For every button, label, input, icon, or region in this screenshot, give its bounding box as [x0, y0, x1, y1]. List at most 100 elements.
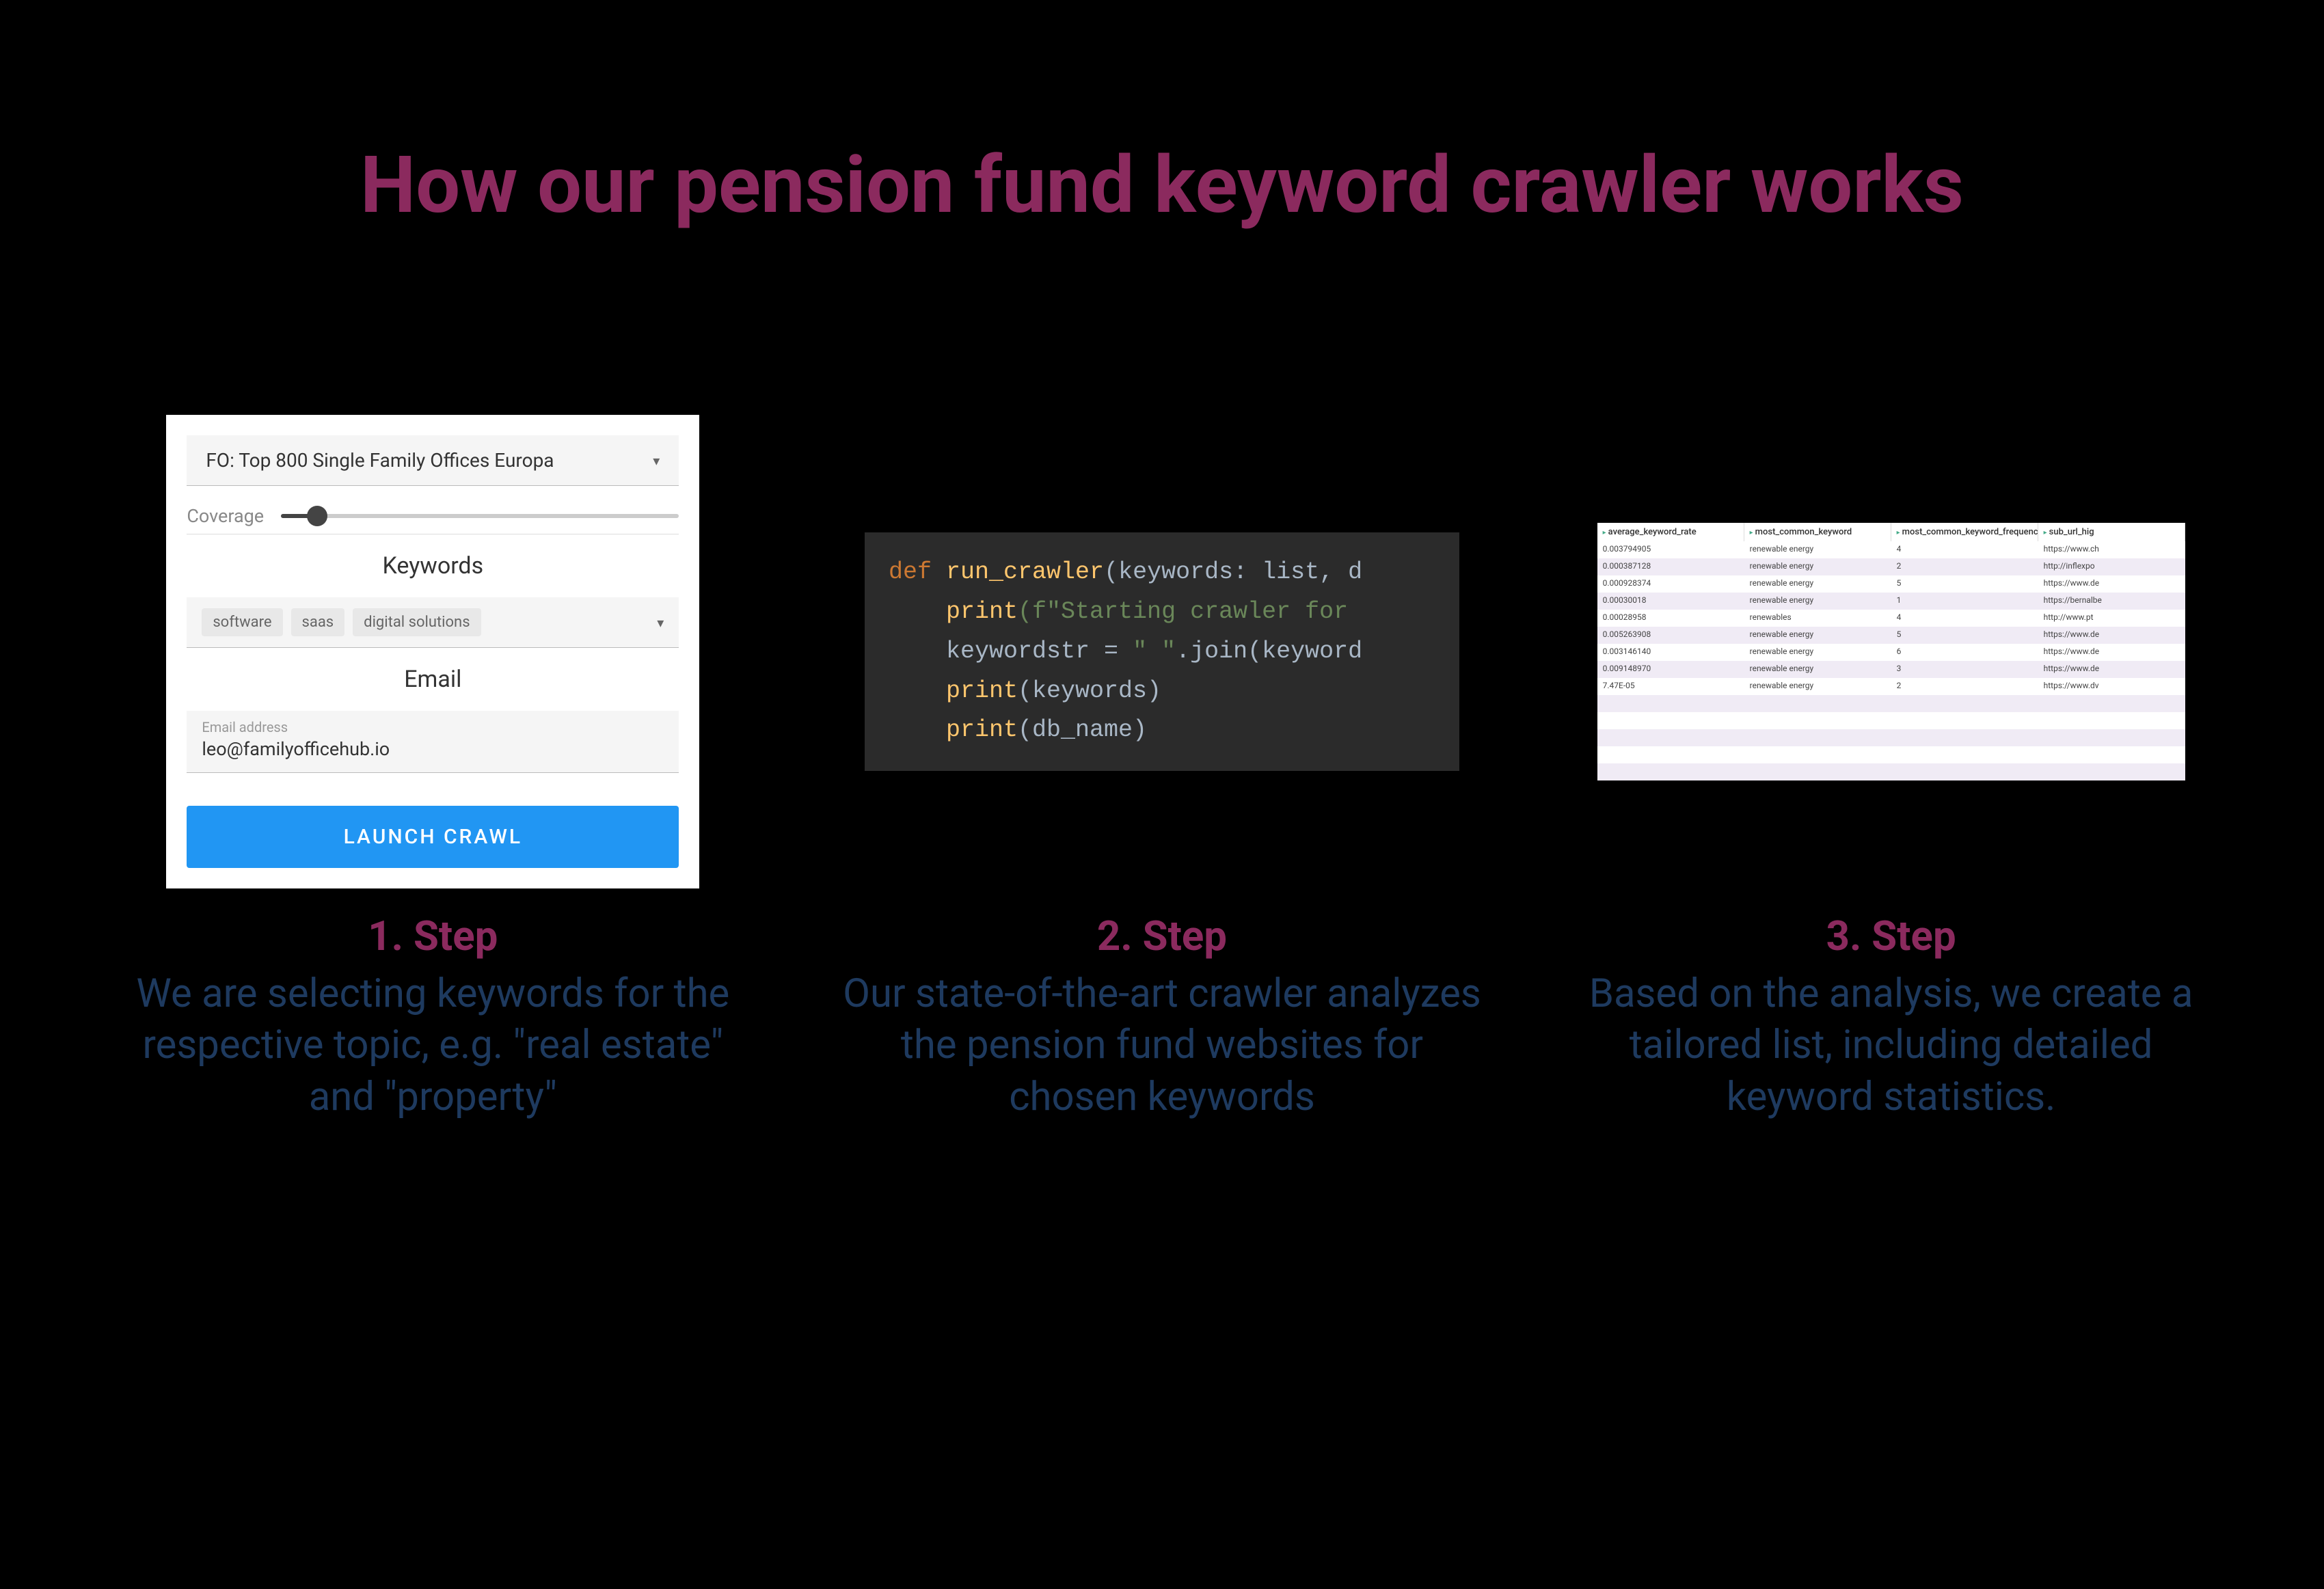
steps-container: FO: Top 800 Single Family Offices Europa…: [0, 392, 2324, 1123]
table-row: [1597, 729, 2185, 746]
code-text: (keywords: list, d: [1104, 558, 1362, 586]
table-cell: 5: [1891, 575, 2038, 593]
table-cell: [1597, 746, 1744, 763]
tag-saas[interactable]: saas: [291, 608, 345, 636]
step-1-image: FO: Top 800 Single Family Offices Europa…: [91, 392, 774, 912]
code-string: " ": [1133, 638, 1176, 665]
table-cell: [2038, 729, 2185, 746]
table-cell: 0.00028958: [1597, 610, 1744, 627]
step-1: FO: Top 800 Single Family Offices Europa…: [91, 392, 774, 1123]
table-row: 0.003146140renewable energy6https://www.…: [1597, 644, 2185, 661]
code-function: print: [946, 677, 1018, 705]
form-mockup: FO: Top 800 Single Family Offices Europa…: [166, 415, 699, 888]
table-cell: 0.00030018: [1597, 593, 1744, 610]
email-input[interactable]: Email address leo@familyofficehub.io: [187, 711, 679, 773]
table-cell: 5: [1891, 627, 2038, 644]
step-2-description: Our state-of-the-art crawler analyzes th…: [820, 968, 1504, 1123]
col-header: most_common_keyword: [1744, 523, 1891, 541]
table-cell: https://www.de: [2038, 627, 2185, 644]
table-row: 0.009148970renewable energy3https://www.…: [1597, 661, 2185, 678]
table-cell: [1891, 763, 2038, 780]
table-cell: renewable energy: [1744, 661, 1891, 678]
table-cell: 2: [1891, 678, 2038, 695]
table-cell: 0.000387128: [1597, 558, 1744, 575]
coverage-slider-row: Coverage: [187, 498, 679, 534]
table-cell: http://inflexpo: [2038, 558, 2185, 575]
step-1-title: 1. Step: [368, 912, 498, 960]
table-cell: 3: [1891, 661, 2038, 678]
chevron-down-icon: ▾: [653, 452, 660, 469]
table-cell: [1744, 729, 1891, 746]
table-cell: 0.009148970: [1597, 661, 1744, 678]
col-header: most_common_keyword_frequency: [1891, 523, 2038, 541]
table-cell: 1: [1891, 593, 2038, 610]
table-cell: [1891, 746, 2038, 763]
table-cell: 0.003794905: [1597, 541, 1744, 558]
table-cell: [1891, 729, 2038, 746]
table-cell: [1891, 695, 2038, 712]
table-cell: https://www.ch: [2038, 541, 2185, 558]
table-row: 7.47E-05renewable energy2https://www.dv: [1597, 678, 2185, 695]
page-title: How our pension fund keyword crawler wor…: [0, 137, 2324, 235]
table-cell: renewable energy: [1744, 644, 1891, 661]
step-3-image: average_keyword_rate most_common_keyword…: [1550, 392, 2233, 912]
chevron-down-icon: ▾: [657, 614, 664, 631]
table-cell: [1597, 729, 1744, 746]
table-cell: [1891, 712, 2038, 729]
sheet-body: 0.003794905renewable energy4https://www.…: [1597, 541, 2185, 780]
table-row: 0.00030018renewable energy1https://berna…: [1597, 593, 2185, 610]
table-row: 0.000928374renewable energy5https://www.…: [1597, 575, 2185, 593]
code-function: print: [946, 598, 1018, 625]
code-text: (keywords): [1018, 677, 1161, 705]
table-cell: renewable energy: [1744, 593, 1891, 610]
coverage-label: Coverage: [187, 505, 264, 527]
code-function: print: [946, 716, 1018, 744]
table-cell: [1744, 763, 1891, 780]
slider-thumb[interactable]: [307, 506, 327, 526]
step-3-title: 3. Step: [1826, 912, 1956, 960]
table-cell: renewables: [1744, 610, 1891, 627]
spreadsheet-mockup: average_keyword_rate most_common_keyword…: [1597, 523, 2185, 780]
table-cell: 4: [1891, 541, 2038, 558]
tag-software[interactable]: software: [202, 608, 282, 636]
table-cell: [1597, 712, 1744, 729]
email-floating-label: Email address: [202, 719, 664, 735]
table-cell: 4: [1891, 610, 2038, 627]
table-cell: 0.005263908: [1597, 627, 1744, 644]
code-keyword: def: [889, 558, 932, 586]
launch-crawl-button[interactable]: LAUNCH CRAWL: [187, 806, 679, 868]
table-row: [1597, 763, 2185, 780]
coverage-slider[interactable]: [281, 514, 679, 518]
table-cell: renewable energy: [1744, 627, 1891, 644]
table-cell: https://www.de: [2038, 661, 2185, 678]
step-3: average_keyword_rate most_common_keyword…: [1550, 392, 2233, 1123]
table-cell: 0.003146140: [1597, 644, 1744, 661]
code-string: (f"Starting crawler for: [1018, 598, 1348, 625]
email-value: leo@familyofficehub.io: [202, 738, 390, 760]
table-cell: renewable energy: [1744, 575, 1891, 593]
table-cell: [2038, 763, 2185, 780]
table-cell: [1597, 763, 1744, 780]
keywords-tags-field[interactable]: software saas digital solutions ▾: [187, 597, 679, 648]
table-cell: renewable energy: [1744, 558, 1891, 575]
step-2: def run_crawler(keywords: list, d print(…: [820, 392, 1504, 1123]
table-cell: [2038, 746, 2185, 763]
table-cell: 7.47E-05: [1597, 678, 1744, 695]
col-header: average_keyword_rate: [1597, 523, 1744, 541]
code-snippet: def run_crawler(keywords: list, d print(…: [865, 532, 1459, 771]
table-row: 0.003794905renewable energy4https://www.…: [1597, 541, 2185, 558]
table-cell: [1744, 712, 1891, 729]
table-row: 0.00028958renewables4http://www.pt: [1597, 610, 2185, 627]
table-cell: http://www.pt: [2038, 610, 2185, 627]
step-3-description: Based on the analysis, we create a tailo…: [1550, 968, 2233, 1123]
tag-digital[interactable]: digital solutions: [353, 608, 481, 636]
table-cell: [2038, 695, 2185, 712]
table-cell: https://www.de: [2038, 575, 2185, 593]
table-row: [1597, 746, 2185, 763]
dataset-dropdown[interactable]: FO: Top 800 Single Family Offices Europa…: [187, 435, 679, 486]
code-var: keywordstr: [946, 638, 1090, 665]
sheet-header-row: average_keyword_rate most_common_keyword…: [1597, 523, 2185, 541]
table-cell: [1744, 746, 1891, 763]
table-cell: 0.000928374: [1597, 575, 1744, 593]
table-cell: https://www.de: [2038, 644, 2185, 661]
